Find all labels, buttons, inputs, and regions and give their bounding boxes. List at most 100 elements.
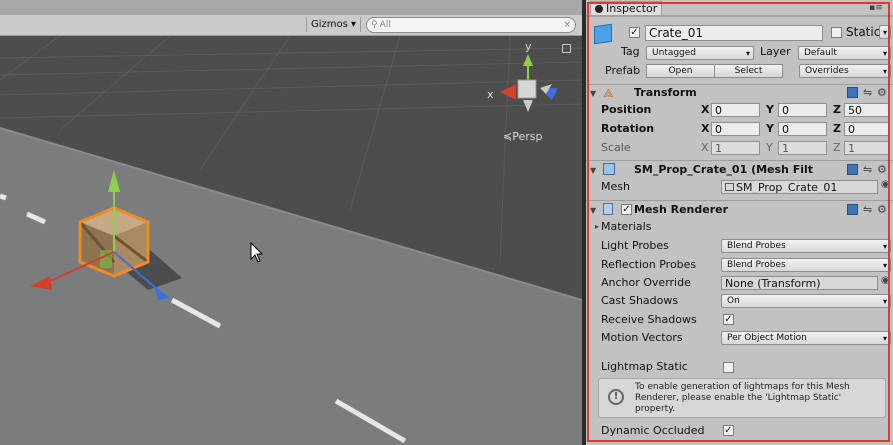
anchor-override-label: Anchor Override (601, 276, 691, 289)
mesh-renderer-icon (603, 203, 613, 215)
overrides-value: Overrides (805, 66, 849, 76)
scale-y-field[interactable]: 1 (778, 141, 827, 155)
transform-title: Transform (634, 86, 697, 99)
scale-z-axis: Z (833, 141, 841, 154)
lightmap-static-checkbox[interactable] (723, 362, 734, 373)
position-z-field[interactable]: 50 (844, 103, 889, 117)
dynamic-occluded-label: Dynamic Occluded (601, 424, 705, 437)
foldout-arrow-icon[interactable]: ▼ (590, 89, 596, 98)
scene-lock-icon[interactable] (562, 44, 571, 53)
foldout-arrow-icon[interactable]: ▼ (590, 206, 596, 215)
scale-z-field[interactable]: 1 (844, 141, 889, 155)
reflection-probes-label: Reflection Probes (601, 258, 697, 271)
gear-icon[interactable]: ⚙ (877, 203, 887, 216)
lightmap-static-label: Lightmap Static (601, 360, 688, 373)
tag-label: Tag (621, 45, 640, 58)
motion-vectors-value: Per Object Motion (727, 333, 807, 343)
preset-icon[interactable]: ⇋ (863, 163, 872, 176)
scale-x-axis: X (701, 141, 709, 154)
chevron-down-icon: ▾ (882, 242, 887, 251)
tab-inspector[interactable]: Inspector (590, 1, 663, 16)
foldout-arrow-icon[interactable]: ▼ (590, 166, 596, 175)
object-picker-icon[interactable]: ◉ (881, 179, 890, 190)
mesh-renderer-enabled-checkbox[interactable]: ✓ (621, 204, 632, 215)
scene-viewport[interactable] (0, 36, 582, 445)
chevron-down-icon: ▾ (882, 67, 887, 76)
active-checkbox[interactable]: ✓ (629, 27, 640, 38)
cast-shadows-value: On (727, 296, 740, 306)
chevron-down-icon: ▾ (745, 49, 750, 58)
help-book-icon[interactable] (847, 204, 858, 215)
panel-menu-icon[interactable]: ▪≡ (869, 3, 883, 13)
tag-dropdown[interactable]: Untagged ▾ (646, 46, 754, 60)
select-button[interactable]: Select (714, 64, 783, 78)
tag-value: Untagged (652, 48, 697, 58)
receive-shadows-label: Receive Shadows (601, 313, 697, 326)
inspector-panel: Inspector ▪≡ ✓ Crate_01 Static ▾ Tag Unt… (586, 0, 893, 445)
mesh-filter-header-buttons: ⇋ ⚙ (847, 163, 887, 177)
position-label: Position (601, 103, 652, 116)
motion-vectors-dropdown[interactable]: Per Object Motion ▾ (721, 331, 891, 345)
light-probes-value: Blend Probes (727, 241, 786, 251)
gizmos-dropdown[interactable]: Gizmos ▾ (306, 17, 362, 32)
static-dropdown[interactable]: ▾ (879, 25, 891, 39)
overrides-dropdown[interactable]: Overrides ▾ (799, 64, 891, 78)
layer-dropdown[interactable]: Default ▾ (798, 46, 891, 60)
tab-underline (586, 15, 893, 17)
reflection-probes-dropdown[interactable]: Blend Probes ▾ (721, 258, 891, 272)
mesh-label: Mesh (601, 180, 630, 193)
mesh-field[interactable]: SM_Prop_Crate_01 (721, 180, 878, 194)
gear-icon[interactable]: ⚙ (877, 163, 887, 176)
position-x-axis: X (701, 103, 710, 116)
rotation-z-field[interactable]: 0 (844, 122, 889, 136)
gizmo-axis-y-label: y (525, 40, 532, 53)
static-checkbox[interactable] (831, 27, 842, 38)
object-name-field[interactable]: Crate_01 (645, 25, 823, 41)
clear-search-icon[interactable]: × (563, 18, 571, 32)
scene-view[interactable]: Gizmos ▾ ⚲ All × y x ≼Persp (0, 0, 582, 445)
transform-icon: ⟁ (603, 86, 614, 100)
receive-shadows-checkbox[interactable]: ✓ (723, 314, 734, 325)
reflection-probes-value: Blend Probes (727, 260, 786, 270)
cast-shadows-dropdown[interactable]: On ▾ (721, 294, 891, 308)
light-probes-label: Light Probes (601, 239, 669, 252)
rotation-label: Rotation (601, 122, 655, 135)
gizmo-axis-x-label: x (487, 88, 494, 101)
gizmos-label: Gizmos (311, 19, 348, 30)
layer-value: Default (804, 48, 837, 58)
preset-icon[interactable]: ⇋ (863, 86, 872, 99)
position-y-field[interactable]: 0 (778, 103, 827, 117)
rotation-x-field[interactable]: 0 (711, 122, 760, 136)
mesh-filter-icon (603, 163, 615, 175)
help-book-icon[interactable] (847, 87, 858, 98)
mesh-renderer-title: Mesh Renderer (634, 203, 729, 216)
chevron-down-icon: ▾ (882, 297, 887, 306)
persp-label[interactable]: ≼Persp (503, 130, 542, 143)
scene-toolbar: Gizmos ▾ ⚲ All × (0, 15, 582, 36)
layer-label: Layer (760, 45, 791, 58)
object-picker-icon[interactable]: ◉ (881, 275, 890, 286)
mesh-asset-icon (725, 183, 734, 191)
help-book-icon[interactable] (847, 164, 858, 175)
rotation-y-field[interactable]: 0 (778, 122, 827, 136)
search-icon: ⚲ (371, 20, 378, 30)
lightmap-help-text: To enable generation of lightmaps for th… (635, 382, 850, 414)
tab-inspector-label: Inspector (606, 2, 658, 15)
position-x-field[interactable]: 0 (711, 103, 760, 117)
scale-x-field[interactable]: 1 (711, 141, 760, 155)
light-probes-dropdown[interactable]: Blend Probes ▾ (721, 239, 891, 253)
dynamic-occluded-checkbox[interactable]: ✓ (723, 425, 734, 436)
chevron-down-icon: ▾ (882, 49, 887, 58)
gear-icon[interactable]: ⚙ (877, 86, 887, 99)
scene-search-input[interactable]: ⚲ All × (366, 17, 576, 33)
open-button[interactable]: Open (646, 64, 715, 78)
scene-tab-strip (0, 0, 582, 15)
cube-icon (594, 23, 612, 45)
materials-label[interactable]: Materials (601, 220, 651, 233)
info-icon (595, 5, 603, 13)
anchor-override-field[interactable]: None (Transform) (721, 276, 878, 290)
materials-foldout-icon[interactable]: ▸ (595, 222, 599, 231)
mesh-filter-title: SM_Prop_Crate_01 (Mesh Filt (634, 163, 814, 176)
prefab-label: Prefab (605, 64, 641, 77)
preset-icon[interactable]: ⇋ (863, 203, 872, 216)
